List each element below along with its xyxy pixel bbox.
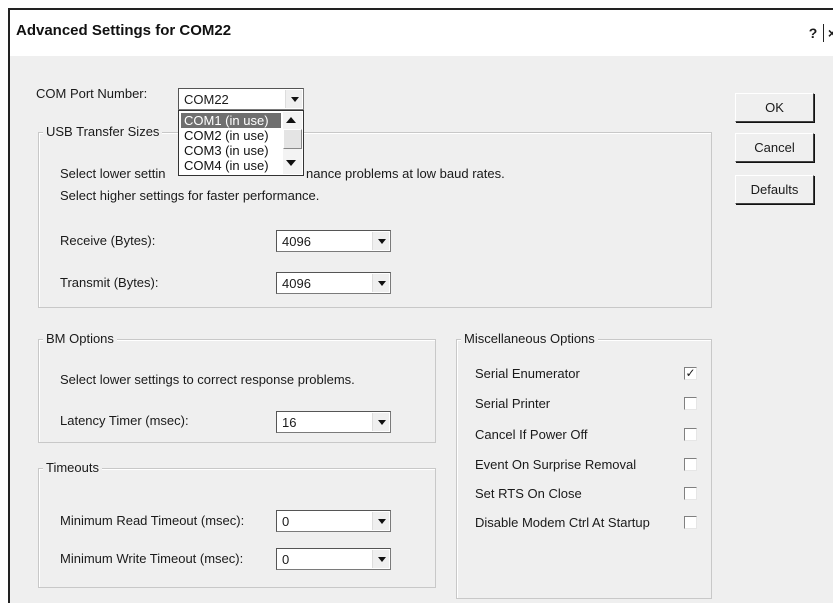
- disable-modem-ctrl-label: Disable Modem Ctrl At Startup: [475, 515, 650, 530]
- misc-options-title: Miscellaneous Options: [461, 331, 598, 346]
- receive-bytes-label: Receive (Bytes):: [60, 233, 156, 248]
- serial-printer-label: Serial Printer: [475, 396, 551, 411]
- event-on-surprise-removal-label: Event On Surprise Removal: [475, 457, 637, 472]
- serial-enumerator-checkbox[interactable]: ✓: [684, 367, 697, 380]
- usb-description-1b: nance problems at low baud rates.: [306, 166, 505, 181]
- advanced-settings-dialog: Advanced Settings for COM22 ? × COM Port…: [8, 8, 833, 603]
- com-port-value: COM22: [184, 92, 229, 107]
- bm-description: Select lower settings to correct respons…: [60, 372, 355, 387]
- bm-options-title: BM Options: [43, 331, 117, 346]
- transmit-bytes-value: 4096: [282, 276, 311, 291]
- set-rts-on-close-label: Set RTS On Close: [475, 486, 582, 501]
- ok-button[interactable]: OK: [735, 93, 814, 122]
- event-on-surprise-removal-checkbox[interactable]: [684, 458, 697, 471]
- title-bar-divider: [823, 24, 824, 42]
- close-icon[interactable]: ×: [825, 24, 833, 42]
- cancel-if-power-off-checkbox[interactable]: [684, 428, 697, 441]
- min-write-timeout-select[interactable]: 0: [276, 548, 391, 570]
- min-read-timeout-select[interactable]: 0: [276, 510, 391, 532]
- serial-enumerator-label: Serial Enumerator: [475, 366, 580, 381]
- scrollbar-thumb[interactable]: [283, 129, 302, 149]
- com-port-dropdown-list[interactable]: COM1 (in use) COM2 (in use) COM3 (in use…: [178, 110, 304, 176]
- timeouts-title: Timeouts: [43, 460, 102, 475]
- transmit-bytes-label: Transmit (Bytes):: [60, 275, 159, 290]
- transmit-bytes-select[interactable]: 4096: [276, 272, 391, 294]
- com-port-option[interactable]: COM4 (in use): [181, 158, 281, 173]
- latency-timer-label: Latency Timer (msec):: [60, 413, 189, 428]
- help-icon[interactable]: ?: [806, 24, 820, 42]
- com-port-option[interactable]: COM2 (in use): [181, 128, 281, 143]
- min-write-timeout-label: Minimum Write Timeout (msec):: [60, 551, 244, 566]
- com-port-option[interactable]: COM3 (in use): [181, 143, 281, 158]
- usb-description-2: Select higher settings for faster perfor…: [60, 188, 320, 203]
- com-port-select[interactable]: COM22: [178, 88, 304, 110]
- defaults-button[interactable]: Defaults: [735, 175, 814, 204]
- min-read-timeout-label: Minimum Read Timeout (msec):: [60, 513, 245, 528]
- serial-printer-checkbox[interactable]: [684, 397, 697, 410]
- com-port-label: COM Port Number:: [36, 86, 148, 101]
- usb-transfer-sizes-title: USB Transfer Sizes: [43, 124, 163, 139]
- dialog-title: Advanced Settings for COM22: [16, 22, 232, 39]
- min-read-timeout-value: 0: [282, 514, 290, 529]
- title-bar: Advanced Settings for COM22 ? ×: [10, 10, 833, 56]
- chevron-down-icon[interactable]: [372, 232, 389, 250]
- disable-modem-ctrl-checkbox[interactable]: [684, 516, 697, 529]
- cancel-button[interactable]: Cancel: [735, 133, 814, 162]
- receive-bytes-value: 4096: [282, 234, 311, 249]
- set-rts-on-close-checkbox[interactable]: [684, 487, 697, 500]
- dropdown-scrollbar[interactable]: [283, 112, 302, 174]
- latency-timer-value: 16: [282, 415, 297, 430]
- cancel-if-power-off-label: Cancel If Power Off: [475, 427, 588, 442]
- chevron-down-icon[interactable]: [372, 413, 389, 431]
- usb-description-1a: Select lower settin: [60, 166, 166, 181]
- min-write-timeout-value: 0: [282, 552, 290, 567]
- receive-bytes-select[interactable]: 4096: [276, 230, 391, 252]
- latency-timer-select[interactable]: 16: [276, 411, 391, 433]
- chevron-down-icon[interactable]: [285, 90, 302, 108]
- chevron-down-icon[interactable]: [372, 512, 389, 530]
- scroll-down-icon[interactable]: [286, 160, 296, 166]
- chevron-down-icon[interactable]: [372, 550, 389, 568]
- scroll-up-icon[interactable]: [286, 117, 296, 123]
- com-port-option[interactable]: COM1 (in use): [181, 113, 281, 128]
- chevron-down-icon[interactable]: [372, 274, 389, 292]
